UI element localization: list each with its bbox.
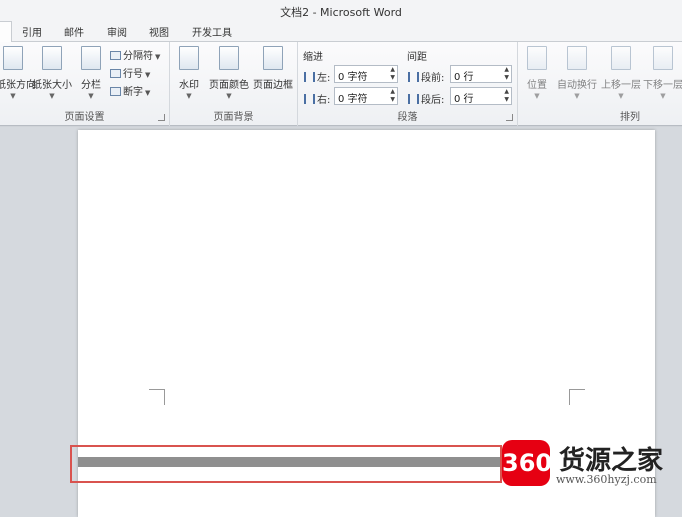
- spacing-before-icon: [408, 72, 419, 82]
- hyphenation-button[interactable]: 断字 ▼: [110, 83, 150, 98]
- tab-view[interactable]: 视图: [149, 24, 169, 39]
- group-arrange: 位置 ▼ 自动换行 ▼ 上移一层 ▼ 下移一层 ▼ 排列: [518, 42, 682, 126]
- hyphenation-icon: [110, 87, 121, 96]
- group-page-background: 水印 ▼ 页面颜色 ▼ 页面边框 页面背景: [170, 42, 298, 126]
- size-label: 纸张大小: [32, 80, 72, 91]
- chevron-down-icon: ▼: [226, 92, 232, 100]
- chevron-down-icon: ▼: [534, 92, 540, 100]
- line-numbers-button[interactable]: 行号 ▼: [110, 65, 150, 80]
- dialog-launcher-icon[interactable]: [506, 114, 513, 121]
- spacing-after-input[interactable]: 0 行 ▲ ▼: [450, 87, 512, 105]
- watermark-url: www.360hyzj.com: [556, 473, 657, 486]
- position-label: 位置: [527, 80, 547, 91]
- indent-title: 缩进: [303, 52, 323, 63]
- page-borders-icon: [263, 46, 283, 70]
- size-button[interactable]: 纸张大小 ▼: [32, 46, 72, 100]
- indent-right-icon: [304, 94, 315, 104]
- position-icon: [527, 46, 547, 70]
- tab-references[interactable]: 引用: [22, 24, 42, 39]
- indent-left-icon: [304, 72, 315, 82]
- breaks-button[interactable]: 分隔符 ▼: [110, 47, 160, 62]
- spacing-before-input[interactable]: 0 行 ▲ ▼: [450, 65, 512, 83]
- bring-forward-label: 上移一层: [601, 80, 641, 91]
- dialog-launcher-icon[interactable]: [158, 114, 165, 121]
- page-borders-button[interactable]: 页面边框: [252, 46, 294, 91]
- group-label-page-setup: 页面设置: [64, 112, 105, 123]
- columns-icon: [81, 46, 101, 70]
- indent-left-input[interactable]: 0 字符 ▲ ▼: [334, 65, 398, 83]
- bring-forward-icon: [611, 46, 631, 70]
- spinner-arrows-icon[interactable]: ▲ ▼: [504, 66, 509, 82]
- chevron-down-icon: ▼: [10, 92, 16, 100]
- wrap-text-button[interactable]: 自动换行 ▼: [556, 46, 598, 100]
- ribbon: 纸张方向 ▼ 纸张大小 ▼ 分栏 ▼ 分隔符 ▼ 行号 ▼ 断字 ▼ 页面设置 水印: [0, 42, 682, 126]
- tab-review[interactable]: 审阅: [107, 24, 127, 39]
- chevron-down-icon: ▼: [574, 92, 580, 100]
- watermark-button[interactable]: 水印 ▼: [176, 46, 202, 100]
- tab-mailings[interactable]: 邮件: [64, 24, 84, 39]
- columns-label: 分栏: [81, 80, 101, 91]
- group-label-paragraph: 段落: [397, 112, 418, 123]
- watermark-name: 货源之家: [559, 446, 664, 476]
- indent-left-label: 左:: [304, 69, 330, 84]
- position-button[interactable]: 位置 ▼: [524, 46, 550, 100]
- title-bar: 文档2 - Microsoft Word: [0, 0, 682, 20]
- chevron-down-icon: ▼: [660, 92, 666, 100]
- spacing-before-label: 段前:: [408, 69, 444, 84]
- orientation-label: 纸张方向: [0, 80, 36, 91]
- page-color-label: 页面颜色: [209, 80, 249, 91]
- margin-corner-right: [569, 389, 585, 405]
- breaks-icon: [110, 51, 121, 60]
- spinner-arrows-icon[interactable]: ▲ ▼: [390, 88, 395, 104]
- page-color-icon: [219, 46, 239, 70]
- wrap-text-icon: [567, 46, 587, 70]
- chevron-down-icon: ▼: [49, 92, 55, 100]
- spacing-after-label: 段后:: [408, 91, 444, 106]
- watermark-logo: 360: [502, 440, 552, 486]
- spinner-arrows-icon[interactable]: ▲ ▼: [390, 66, 395, 82]
- chevron-down-icon: ▼: [145, 89, 151, 97]
- hyphenation-label: 断字: [123, 87, 143, 98]
- columns-button[interactable]: 分栏 ▼: [79, 46, 103, 100]
- orientation-button[interactable]: 纸张方向 ▼: [0, 46, 36, 100]
- chevron-down-icon: ▼: [145, 71, 151, 79]
- spacing-after-icon: [408, 94, 419, 104]
- send-backward-button[interactable]: 下移一层 ▼: [642, 46, 682, 100]
- watermark-label: 水印: [179, 80, 199, 91]
- indent-right-label: 右:: [304, 91, 330, 106]
- line-numbers-label: 行号: [123, 69, 143, 80]
- chevron-down-icon: ▼: [155, 53, 161, 61]
- orientation-icon: [3, 46, 23, 70]
- margin-corner-left: [149, 389, 165, 405]
- group-page-setup: 纸张方向 ▼ 纸张大小 ▼ 分栏 ▼ 分隔符 ▼ 行号 ▼ 断字 ▼ 页面设置: [0, 42, 170, 126]
- bring-forward-button[interactable]: 上移一层 ▼: [600, 46, 642, 100]
- watermark-icon: [179, 46, 199, 70]
- page-color-button[interactable]: 页面颜色 ▼: [208, 46, 250, 100]
- breaks-label: 分隔符: [123, 51, 153, 62]
- tab-developer[interactable]: 开发工具: [192, 24, 232, 39]
- highlight-box: [70, 445, 502, 483]
- indent-right-input[interactable]: 0 字符 ▲ ▼: [334, 87, 398, 105]
- page-size-icon: [42, 46, 62, 70]
- window-title: 文档2 - Microsoft Word: [280, 6, 402, 19]
- wrap-text-label: 自动换行: [557, 80, 597, 91]
- group-label-arrange: 排列: [620, 112, 640, 123]
- chevron-down-icon: ▼: [186, 92, 192, 100]
- send-backward-label: 下移一层: [643, 80, 682, 91]
- send-backward-icon: [653, 46, 673, 70]
- ribbon-tabs: 引用 邮件 审阅 视图 开发工具: [0, 20, 682, 42]
- group-paragraph: 缩进 左: 0 字符 ▲ ▼ 右: 0 字符 ▲ ▼ 间距 段前: 0 行 ▲ ▼ 段后: …: [298, 42, 518, 126]
- line-numbers-icon: [110, 69, 121, 78]
- page-borders-label: 页面边框: [253, 80, 293, 91]
- spacing-title: 间距: [407, 52, 427, 63]
- chevron-down-icon: ▼: [88, 92, 94, 100]
- group-label-page-background: 页面背景: [213, 112, 254, 123]
- spinner-arrows-icon[interactable]: ▲ ▼: [504, 88, 509, 104]
- chevron-down-icon: ▼: [618, 92, 624, 100]
